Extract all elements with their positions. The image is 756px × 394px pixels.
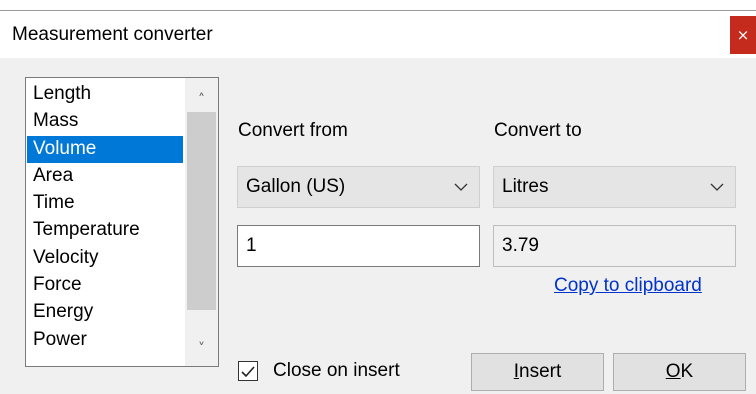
- copy-to-clipboard-link[interactable]: Copy to clipboard: [554, 273, 702, 299]
- from-unit-value: Gallon (US): [246, 176, 346, 197]
- category-item-power[interactable]: Power: [27, 327, 183, 354]
- scroll-up-icon[interactable]: ˄: [185, 88, 218, 112]
- category-listbox[interactable]: Length Mass Volume Area Time Temperature Veloc…: [25, 77, 219, 367]
- ok-mnemonic: O: [665, 361, 681, 382]
- to-unit-dropdown[interactable]: Litres: [493, 166, 736, 208]
- scroll-thumb[interactable]: [187, 112, 216, 310]
- convert-to-label: Convert to: [494, 120, 582, 141]
- measurement-converter-dialog: Measurement converter × Length Mass Volume…: [0, 10, 756, 394]
- scroll-down-icon[interactable]: ˅: [185, 337, 218, 361]
- close-on-insert-label: Close on insert: [273, 360, 400, 381]
- ok-label-rest: K: [680, 361, 694, 382]
- list-scrollbar[interactable]: ˄ ˅: [185, 78, 218, 366]
- category-item-length[interactable]: Length: [27, 81, 183, 108]
- category-item-time[interactable]: Time: [27, 190, 183, 217]
- category-item-area[interactable]: Area: [27, 163, 183, 190]
- chevron-down-icon: [453, 167, 469, 207]
- ok-button[interactable]: OK: [613, 353, 746, 391]
- category-item-force[interactable]: Force: [27, 272, 183, 299]
- category-item-energy[interactable]: Energy: [27, 299, 183, 326]
- from-unit-dropdown[interactable]: Gallon (US): [237, 166, 480, 208]
- to-value-output: 3.79: [493, 225, 736, 267]
- title-bar: Measurement converter ×: [0, 11, 756, 58]
- from-value-input[interactable]: 1: [237, 225, 480, 267]
- category-item-mass[interactable]: Mass: [27, 108, 183, 135]
- close-on-insert-checkbox[interactable]: [238, 361, 258, 381]
- category-item-velocity[interactable]: Velocity: [27, 245, 183, 272]
- convert-from-label: Convert from: [238, 120, 348, 141]
- category-list: Length Mass Volume Area Time Temperature Veloc…: [27, 81, 183, 354]
- insert-button[interactable]: Insert: [471, 353, 604, 391]
- chevron-down-icon: [709, 167, 725, 207]
- category-item-temperature[interactable]: Temperature: [27, 217, 183, 244]
- window-title: Measurement converter: [12, 24, 213, 45]
- close-button[interactable]: ×: [730, 16, 756, 54]
- category-item-volume[interactable]: Volume: [27, 135, 183, 163]
- to-unit-value: Litres: [502, 176, 549, 197]
- insert-label-rest: nsert: [519, 361, 562, 382]
